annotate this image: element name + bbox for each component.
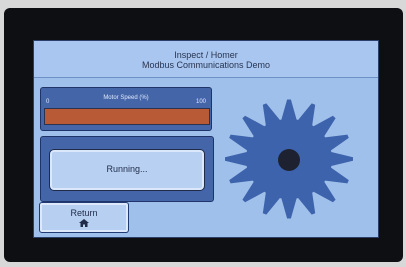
header-banner: Inspect / Homer Modbus Communications De… xyxy=(34,41,378,78)
gear-icon xyxy=(225,99,353,219)
title-line-2: Modbus Communications Demo xyxy=(141,60,271,70)
hmi-screen: Inspect / Homer Modbus Communications De… xyxy=(33,40,379,238)
return-button-label: Return xyxy=(70,208,98,218)
status-button[interactable]: Running... xyxy=(49,149,205,191)
title-line-1: Inspect / Homer xyxy=(174,50,238,60)
home-icon xyxy=(79,219,89,227)
motor-speed-bar xyxy=(44,108,210,125)
motor-speed-panel: Motor Speed (%) 0 100 xyxy=(40,87,212,131)
meter-max-label: 100 xyxy=(195,99,206,105)
return-button[interactable]: Return xyxy=(39,202,129,233)
status-text: Running... xyxy=(106,164,148,174)
motor-speed-bar-fill xyxy=(45,109,209,124)
status-panel: Running... xyxy=(40,136,214,202)
motor-speed-label: Motor Speed (%) xyxy=(103,95,149,101)
meter-min-label: 0 xyxy=(46,99,50,105)
